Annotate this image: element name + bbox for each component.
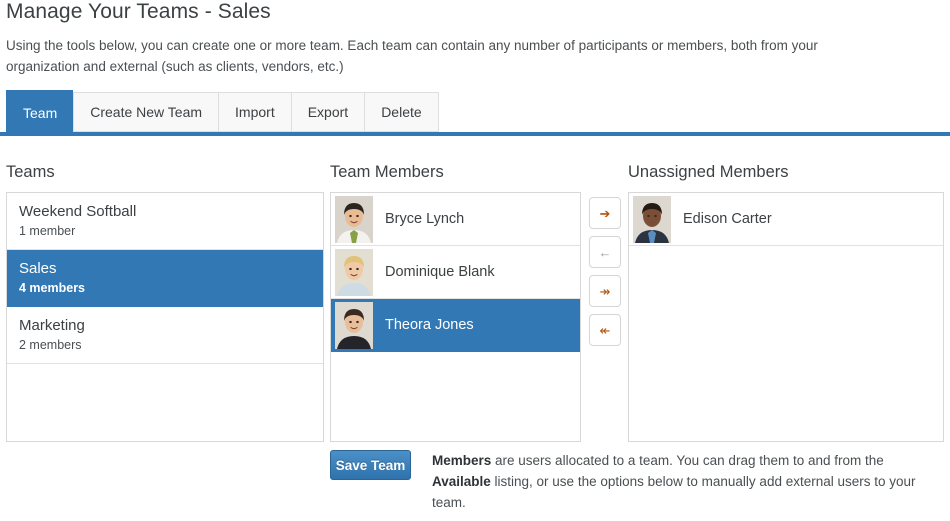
member-list-item[interactable]: Theora Jones <box>331 299 580 352</box>
member-name: Edison Carter <box>683 211 772 227</box>
team-member-count: 2 members <box>19 338 82 352</box>
avatar <box>335 195 373 243</box>
help-bold-members: Members <box>432 453 492 468</box>
tab-underline-bar <box>0 132 950 136</box>
arrow-left-icon: ← <box>598 244 612 260</box>
member-list-item[interactable]: Dominique Blank <box>331 246 580 299</box>
page-description: Using the tools below, you can create on… <box>6 38 818 74</box>
team-list-item[interactable]: Weekend Softball 1 member <box>7 193 323 250</box>
tab-create-new-team[interactable]: Create New Team <box>73 92 219 132</box>
help-text: Members are users allocated to a team. Y… <box>432 450 932 513</box>
team-name: Weekend Softball <box>19 203 137 220</box>
avatar <box>335 301 373 349</box>
team-list-item[interactable]: Marketing 2 members <box>7 307 323 364</box>
member-name: Theora Jones <box>385 317 474 333</box>
team-name: Marketing <box>19 317 85 334</box>
unassigned-members-list-panel[interactable]: Edison Carter <box>628 192 944 442</box>
tab-export[interactable]: Export <box>290 92 365 132</box>
member-list-item[interactable]: Edison Carter <box>629 193 943 246</box>
manage-teams-page: Manage Your Teams - Sales Using the tool… <box>0 0 950 521</box>
team-members-list-panel[interactable]: Bryce Lynch Dominique Blank Theora Jones <box>330 192 581 442</box>
avatar <box>633 195 671 243</box>
tab-team[interactable]: Team <box>6 90 74 134</box>
tab-delete[interactable]: Delete <box>364 92 439 132</box>
avatar <box>335 248 373 296</box>
tab-strip: Team Create New Team Import Export Delete <box>6 90 439 134</box>
double-arrow-left-icon: ↞ <box>599 322 611 338</box>
double-arrow-right-icon: ↠ <box>599 283 611 299</box>
move-all-right-button[interactable]: ↠ <box>589 275 621 307</box>
team-member-count: 4 members <box>19 281 86 295</box>
member-name: Dominique Blank <box>385 264 495 280</box>
team-list-item[interactable]: Sales 4 members <box>7 250 323 307</box>
unassigned-members-column-heading: Unassigned Members <box>628 163 789 181</box>
team-name: Sales <box>19 260 57 277</box>
arrow-right-icon: ➔ <box>599 205 611 221</box>
teams-column-heading: Teams <box>6 163 55 181</box>
help-text-part2: listing, or use the options below to man… <box>432 474 916 510</box>
move-all-left-button[interactable]: ↞ <box>589 314 621 346</box>
help-text-part1: are users allocated to a team. You can d… <box>491 453 884 468</box>
member-name: Bryce Lynch <box>385 211 465 227</box>
team-member-count: 1 member <box>19 224 76 238</box>
help-bold-available: Available <box>432 474 491 489</box>
tab-import[interactable]: Import <box>218 92 291 132</box>
move-right-button[interactable]: ➔ <box>589 197 621 229</box>
tab-bar: Team Create New Team Import Export Delete <box>0 90 950 136</box>
page-title: Manage Your Teams - Sales <box>6 0 271 23</box>
move-left-button[interactable]: ← <box>589 236 621 268</box>
team-members-column-heading: Team Members <box>330 163 444 181</box>
teams-list-panel[interactable]: Weekend Softball 1 member Sales 4 members Ma… <box>6 192 324 442</box>
save-team-button[interactable]: Save Team <box>330 450 411 480</box>
member-list-item[interactable]: Bryce Lynch <box>331 193 580 246</box>
